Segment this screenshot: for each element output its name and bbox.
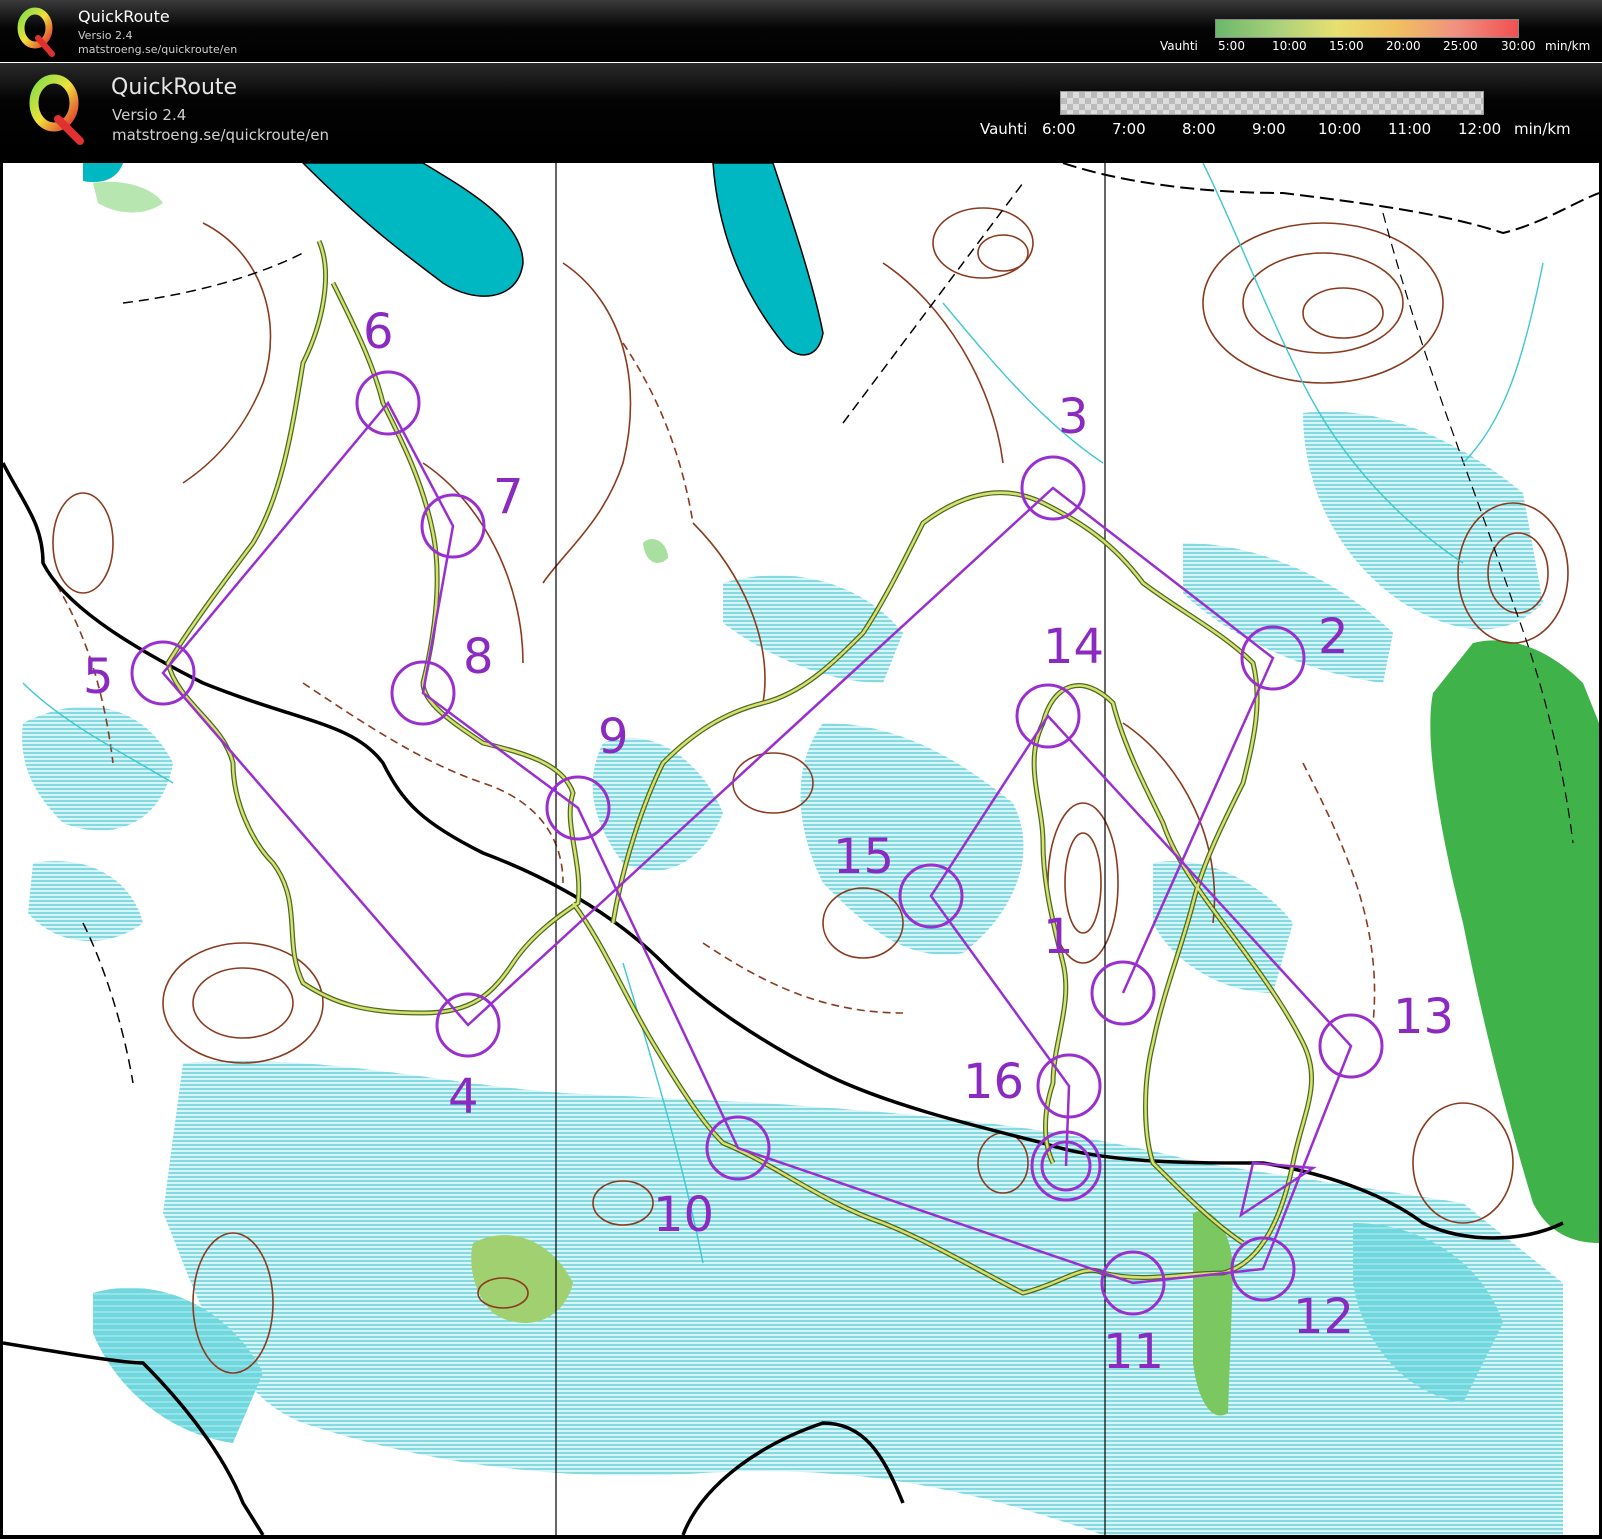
tick-large: 6:00: [1042, 120, 1076, 138]
tick-large: 10:00: [1318, 120, 1362, 138]
tick-small: 25:00: [1443, 39, 1478, 53]
tick-small: 30:00: [1501, 39, 1536, 53]
control-label-4: 4: [448, 1069, 479, 1125]
pace-label-small: Vauhti: [1160, 39, 1198, 53]
tick-large: 8:00: [1182, 120, 1216, 138]
control-label-14: 14: [1043, 619, 1104, 675]
control-label-12: 12: [1293, 1289, 1354, 1345]
app-name-small: QuickRoute: [78, 7, 170, 26]
small-header-bar: QuickRoute Versio 2.4 matstroeng.se/quic…: [0, 0, 1602, 62]
unit-large: min/km: [1514, 120, 1571, 138]
tick-small: 15:00: [1329, 39, 1364, 53]
version-small: Versio 2.4: [78, 29, 133, 42]
url-large: matstroeng.se/quickroute/en: [112, 126, 330, 144]
control-label-1: 1: [1043, 909, 1074, 965]
control-label-3: 3: [1058, 389, 1089, 445]
orienteering-map[interactable]: 1 2 3 4 5 6 7 8 9 10 11 12 13 14 15 16: [0, 157, 1602, 1539]
control-label-10: 10: [653, 1187, 714, 1243]
control-label-7: 7: [493, 469, 524, 525]
quickroute-logo-large: [24, 69, 84, 149]
map-canvas[interactable]: 12345678910111213141516: [3, 163, 1599, 1535]
control-label-5: 5: [83, 649, 114, 705]
url-small: matstroeng.se/quickroute/en: [78, 43, 238, 56]
app-name-large: QuickRoute: [111, 75, 238, 100]
version-large: Versio 2.4: [112, 106, 187, 124]
control-label-13: 13: [1393, 989, 1454, 1045]
quickroute-logo-small: [14, 4, 55, 57]
tick-large: 9:00: [1252, 120, 1286, 138]
pace-label-large: Vauhti: [980, 120, 1028, 138]
control-label-15: 15: [833, 829, 894, 885]
unit-small: min/km: [1545, 39, 1591, 53]
tick-small: 10:00: [1272, 39, 1307, 53]
tick-large: 7:00: [1112, 120, 1146, 138]
control-label-16: 16: [963, 1054, 1024, 1110]
control-label-9: 9: [598, 709, 629, 765]
control-label-2: 2: [1318, 609, 1349, 665]
control-label-6: 6: [363, 304, 394, 360]
pace-color-scale-small: [1215, 19, 1519, 38]
tick-small: 20:00: [1386, 39, 1421, 53]
tick-large: 12:00: [1458, 120, 1502, 138]
tick-large: 11:00: [1388, 120, 1432, 138]
tick-small: 5:00: [1218, 39, 1245, 53]
pace-color-scale-large: [1060, 91, 1484, 115]
control-label-8: 8: [463, 629, 494, 685]
large-header-bar: QuickRoute Versio 2.4 matstroeng.se/quic…: [0, 63, 1602, 157]
control-label-11: 11: [1103, 1324, 1164, 1380]
